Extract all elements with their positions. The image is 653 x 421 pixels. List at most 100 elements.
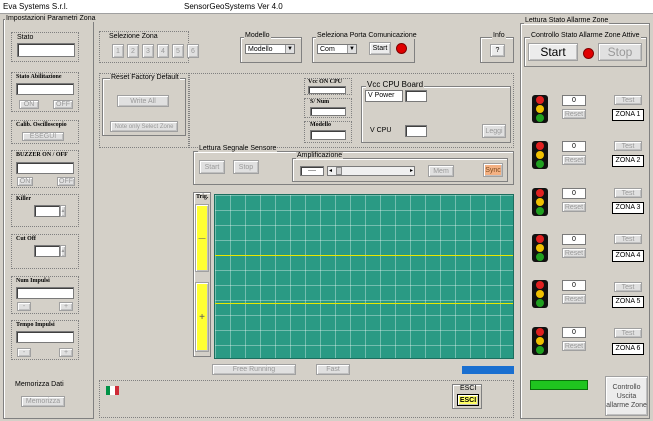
abilitazione-off-button[interactable]: OFF: [53, 100, 73, 109]
fast-button[interactable]: Fast: [316, 364, 350, 375]
num-impulsi-field[interactable]: [16, 287, 74, 299]
zone-2-label: ZONA 2: [612, 155, 644, 167]
num-impulsi-plus-button[interactable]: +: [59, 302, 73, 311]
right-panel-title: Lettura Stato Allarme Zone: [524, 17, 610, 24]
zone-2-value: 0: [562, 141, 586, 152]
traffic-light-icon: [532, 234, 548, 262]
alarm-stop-button[interactable]: Stop: [598, 43, 642, 61]
amplificazione-slider[interactable]: ◂ ▸: [327, 166, 415, 176]
amplificazione-title: Amplificazione: [296, 152, 344, 159]
zone-select-1[interactable]: 1: [112, 44, 124, 58]
zone-6-reset-button[interactable]: Reset: [562, 341, 586, 351]
sn-label: S/ Num: [310, 99, 330, 105]
zone-5-reset-button[interactable]: Reset: [562, 294, 586, 304]
alarm-status-led: [583, 48, 594, 59]
zone-2-reset-button[interactable]: Reset: [562, 155, 586, 165]
app-title: SensorGeoSystems Ver 4.0: [184, 2, 283, 11]
tempo-impulsi-field[interactable]: [16, 331, 74, 343]
v-cpu-label: V CPU: [370, 127, 392, 134]
trig-minus-button[interactable]: —: [195, 204, 209, 272]
zone-select-2[interactable]: 2: [127, 44, 139, 58]
zone-4-value: 0: [562, 234, 586, 245]
esci-label: ESCI: [460, 385, 477, 392]
zone-4-test-button[interactable]: Test: [614, 234, 642, 244]
zone-1-reset-button[interactable]: Reset: [562, 109, 586, 119]
write-all-button[interactable]: Write All: [117, 95, 169, 107]
num-impulsi-label: Num Impulsi: [16, 278, 50, 284]
info-title: Info: [492, 32, 506, 39]
porta-dropdown[interactable]: Com ▼: [317, 44, 357, 54]
zone-5-label: ZONA 5: [612, 296, 644, 308]
tempo-impulsi-plus-button[interactable]: +: [59, 348, 73, 357]
title-bar: Eva Systems S.r.l. SensorGeoSystems Ver …: [0, 0, 653, 14]
slider-right-arrow-icon[interactable]: ▸: [410, 167, 413, 174]
zone-select-6[interactable]: 6: [187, 44, 199, 58]
buzzer-off-button[interactable]: OFF: [57, 177, 75, 186]
zone-1-label: ZONA 1: [612, 109, 644, 121]
mem-button[interactable]: Mem: [428, 165, 454, 177]
zone-3-reset-button[interactable]: Reset: [562, 202, 586, 212]
zone-1-test-button[interactable]: Test: [614, 95, 642, 105]
sync-button[interactable]: Sync: [483, 163, 503, 177]
porta-start-button[interactable]: Start: [369, 42, 391, 55]
trace-line-upper: [215, 255, 513, 256]
leggi-button[interactable]: Leggi: [482, 124, 506, 138]
italian-flag-icon[interactable]: [106, 386, 119, 395]
zone-select-3[interactable]: 3: [142, 44, 154, 58]
note-only-select-zone-button[interactable]: Note only Select Zone: [110, 121, 178, 132]
zone-6-label: ZONA 6: [612, 343, 644, 355]
zone-2-test-button[interactable]: Test: [614, 141, 642, 151]
status-bar-blue: [462, 366, 514, 374]
trig-plus-button[interactable]: +: [195, 282, 209, 352]
vcc-ch-field: [308, 86, 346, 94]
tempo-impulsi-minus-button[interactable]: -: [17, 348, 31, 357]
memorizza-button[interactable]: Memorizza: [21, 396, 65, 407]
control-title: Controllo Stato Allarme Zone Attive: [530, 32, 641, 39]
slider-left-arrow-icon[interactable]: ◂: [329, 167, 332, 174]
cutoff-field[interactable]: [34, 245, 60, 257]
buzzer-on-button[interactable]: ON: [17, 177, 33, 186]
cutoff-spinner[interactable]: ▲: [60, 245, 66, 257]
zone-1-value: 0: [562, 95, 586, 106]
zone-4-reset-button[interactable]: Reset: [562, 248, 586, 258]
modello-title: Modello: [244, 32, 271, 39]
lettura-stop-button[interactable]: Stop: [233, 160, 259, 174]
zone-select-5[interactable]: 5: [172, 44, 184, 58]
controllo-uscita-button[interactable]: Controllo Uscita allarme Zone: [605, 376, 648, 416]
memorizza-title: Memorizza Dati: [15, 381, 64, 388]
num-impulsi-minus-button[interactable]: -: [17, 302, 31, 311]
free-running-button[interactable]: Free Running: [212, 364, 296, 375]
traffic-light-icon: [532, 280, 548, 308]
zone-4-label: ZONA 4: [612, 250, 644, 262]
abilitazione-on-button[interactable]: ON: [19, 100, 39, 109]
sn-field: [310, 107, 346, 116]
killer-field[interactable]: [34, 205, 60, 217]
stato-label: Stato: [17, 34, 34, 41]
esci-button[interactable]: ESCI: [457, 394, 479, 406]
right-panel: [520, 23, 650, 419]
zone-3-value: 0: [562, 188, 586, 199]
modello-dropdown[interactable]: Modello ▼: [245, 44, 295, 54]
alarm-start-button[interactable]: Start: [528, 43, 578, 61]
lettura-start-button[interactable]: Start: [199, 160, 225, 174]
modello-dropdown-value: Modello: [248, 46, 273, 53]
company-name: Eva Systems S.r.l.: [3, 2, 68, 11]
slider-thumb[interactable]: [336, 167, 342, 175]
selezione-zona-title: Selezione Zona: [109, 33, 158, 40]
esegui-button[interactable]: ESEGUI: [22, 132, 64, 141]
vcc-cpu-title: Vcc CPU Board: [366, 80, 425, 89]
zone-6-test-button[interactable]: Test: [614, 328, 642, 338]
zone-select-4[interactable]: 4: [157, 44, 169, 58]
zone-5-test-button[interactable]: Test: [614, 282, 642, 292]
small-modello-field: [310, 130, 346, 140]
buzzer-label: BUZZER ON / OFF: [16, 152, 68, 158]
zone-3-test-button[interactable]: Test: [614, 188, 642, 198]
chevron-down-icon: ▼: [285, 45, 294, 53]
info-button[interactable]: ?: [490, 44, 505, 57]
amplificazione-label: Amplificazione: [297, 152, 343, 159]
traffic-light-icon: [532, 327, 548, 355]
zone-6-value: 0: [562, 327, 586, 338]
killer-spinner[interactable]: ▲: [60, 205, 66, 217]
v-power-label: V Power: [368, 92, 395, 99]
calib-label: Calib. Oscilloscopio: [16, 122, 67, 128]
